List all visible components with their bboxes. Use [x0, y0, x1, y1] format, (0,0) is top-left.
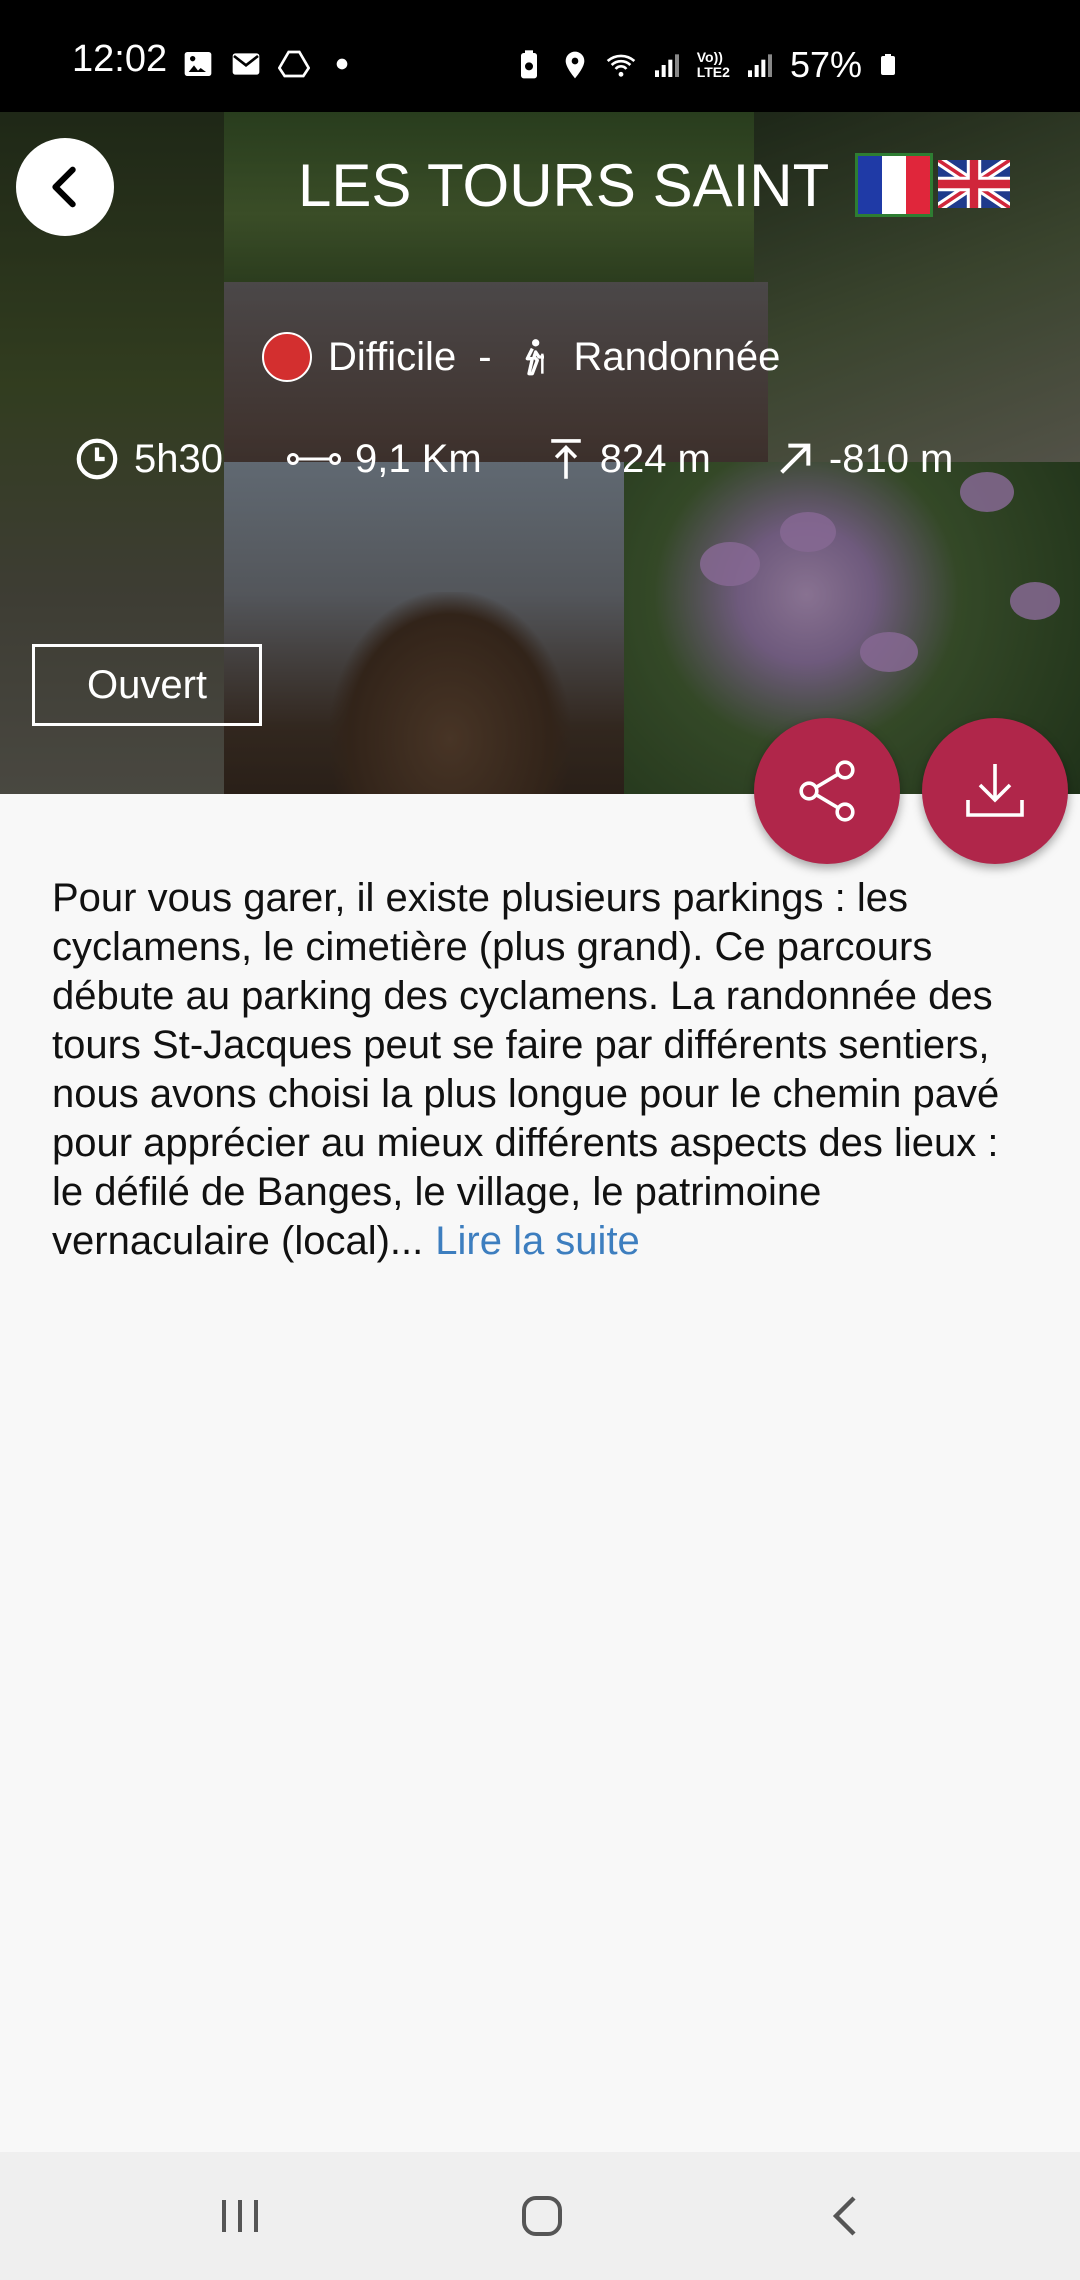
stat-elevation-loss: -810 m [775, 436, 954, 482]
download-icon [966, 764, 1024, 817]
flag-stripe [882, 156, 906, 214]
stat-elevation-gain: 824 m [546, 436, 711, 482]
clock-icon [76, 438, 118, 480]
status-icons-left [182, 48, 358, 80]
trail-stats: 5h30 9,1 Km 824 m -810 m [74, 436, 1034, 482]
trail-status-badge: Ouvert [32, 644, 262, 726]
download-button[interactable] [922, 718, 1068, 864]
location-icon [565, 51, 585, 79]
trail-title: LES TOURS SAINT [298, 152, 830, 219]
flag-stripe [858, 156, 882, 214]
battery-saver-icon [520, 50, 537, 79]
recent-apps-icon [222, 2200, 258, 2232]
system-nav-bar [0, 2152, 1080, 2280]
signal-icon [747, 54, 772, 77]
status-bar: 12:02 Vo)) LTE2 57% [0, 0, 1080, 112]
flag-fr-button[interactable] [855, 153, 933, 217]
meta-separator: - [478, 334, 492, 379]
description-text: Pour vous garer, il existe plusieurs par… [52, 876, 1000, 1263]
status-time: 12:02 [72, 38, 168, 80]
mail-icon [232, 53, 260, 75]
difficulty-label: Difficile [328, 334, 457, 379]
read-more-link[interactable]: Lire la suite [435, 1219, 640, 1263]
chevron-left-icon [832, 2196, 856, 2236]
home-icon [522, 2196, 562, 2236]
share-button[interactable] [754, 718, 900, 864]
drive-icon [278, 50, 310, 78]
wifi-icon [606, 54, 635, 77]
distance-value: 9,1 Km [354, 436, 482, 481]
arrow-up-right-icon [780, 443, 811, 474]
trail-description: Pour vous garer, il existe plusieurs par… [52, 874, 1032, 1266]
flag-stripe [906, 156, 930, 214]
home-button[interactable] [512, 2188, 572, 2244]
elevation-loss-value: -810 m [828, 436, 954, 481]
trail-hero: LES TOURS SAINT Difficile - Randonnée 5h… [0, 112, 1080, 794]
nav-back-button[interactable] [816, 2188, 876, 2244]
dot-icon [336, 58, 348, 70]
flag-en-button[interactable] [938, 160, 1010, 208]
duration-value: 5h30 [134, 436, 223, 481]
trail-meta: Difficile - Randonnée [262, 332, 780, 382]
status-icons-right: Vo)) LTE2 57% [513, 44, 900, 86]
chevron-left-icon [52, 166, 76, 208]
battery-percent: 57% [789, 44, 862, 85]
signal-icon [654, 54, 679, 77]
image-icon [184, 52, 212, 76]
elevation-up-icon [550, 439, 581, 479]
distance-icon [286, 453, 341, 465]
recent-apps-button[interactable] [210, 2188, 270, 2244]
back-button[interactable] [16, 138, 114, 236]
volte-label: Vo)) LTE2 [696, 49, 730, 80]
share-icon [799, 760, 855, 822]
elevation-gain-value: 824 m [599, 436, 711, 481]
stat-distance: 9,1 Km [286, 436, 482, 482]
stat-duration: 5h30 [74, 436, 223, 482]
activity-label: Randonnée [573, 334, 781, 379]
difficulty-indicator [262, 332, 312, 382]
battery-icon [881, 54, 895, 75]
hiker-icon [525, 339, 544, 376]
